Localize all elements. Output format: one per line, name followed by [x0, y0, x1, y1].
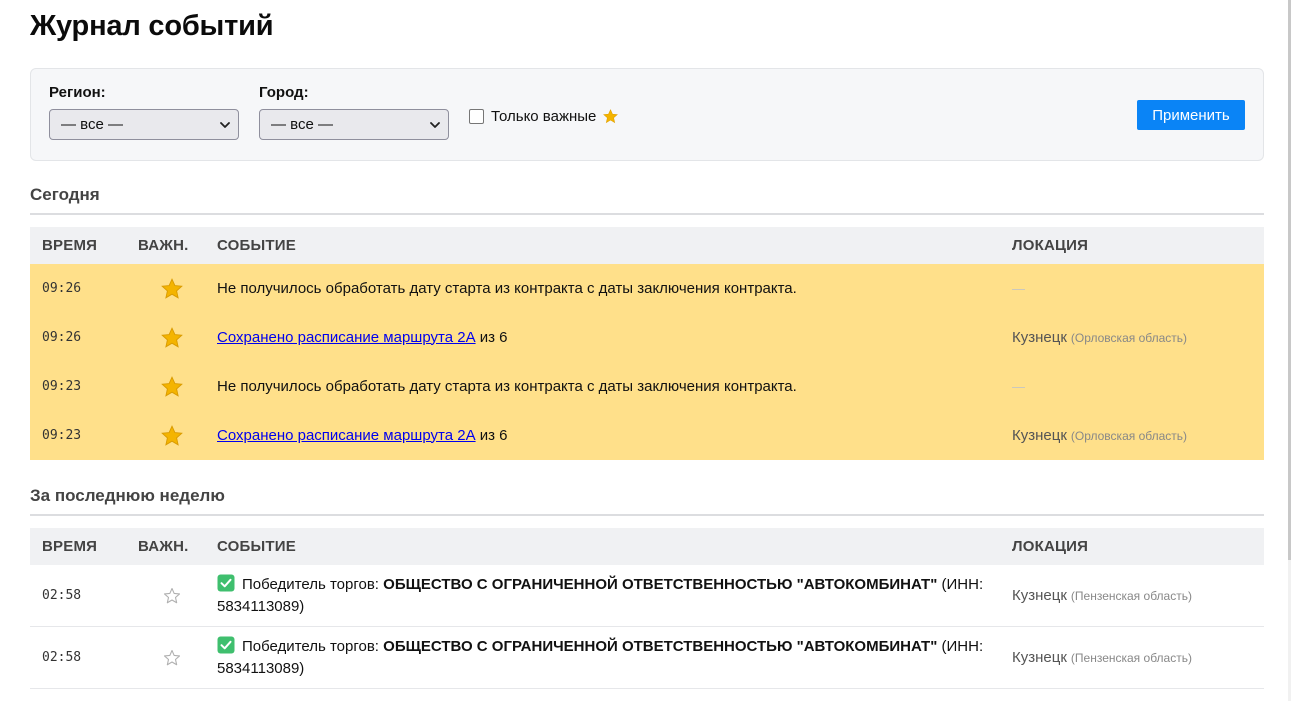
page-title: Журнал событий: [30, 10, 274, 42]
event-cell: Не получилось обработать дату старта из …: [217, 376, 1012, 398]
event-suffix: из 6: [475, 328, 508, 346]
events-table-last-week: ВРЕМЯ ВАЖН. СОБЫТИЕ ЛОКАЦИЯ 02:58 Победи…: [30, 528, 1264, 689]
event-time: 09:26: [42, 330, 82, 345]
column-header-time: ВРЕМЯ: [42, 538, 98, 555]
table-header: ВРЕМЯ ВАЖН. СОБЫТИЕ ЛОКАЦИЯ: [30, 528, 1264, 565]
filter-panel: Регион: — все — Город: — все — Только ва…: [30, 68, 1264, 161]
star-filled-icon[interactable]: [160, 277, 184, 301]
region-select[interactable]: — все —: [49, 109, 239, 140]
location-cell: Кузнецк (Орловская область): [1012, 427, 1264, 444]
location-city: Кузнецк: [1012, 587, 1067, 604]
location-cell: Кузнецк (Пензенская область): [1012, 587, 1264, 604]
table-row: 09:26 Не получилось обработать дату стар…: [30, 264, 1264, 313]
section-title-last-week: За последнюю неделю: [30, 486, 1264, 516]
location-region: (Пензенская область): [1070, 589, 1192, 603]
column-header-location: ЛОКАЦИЯ: [1012, 237, 1089, 254]
importance-cell: [127, 648, 217, 668]
region-select-value: — все —: [61, 116, 123, 133]
location-empty: —: [1012, 379, 1025, 394]
importance-cell: [127, 424, 217, 448]
location-empty: —: [1012, 281, 1025, 296]
column-header-location: ЛОКАЦИЯ: [1012, 538, 1089, 555]
section-title-today: Сегодня: [30, 185, 1264, 215]
chevron-down-icon: [430, 122, 440, 128]
important-only-toggle[interactable]: Только важные: [469, 106, 619, 126]
table-row: 02:58 Победитель торгов: ОБЩЕСТВО С ОГРА…: [30, 565, 1264, 627]
location-city: Кузнецк: [1012, 427, 1067, 444]
location-cell: —: [1012, 378, 1264, 395]
table-row: 09:26 Сохранено расписание маршрута 2А и…: [30, 313, 1264, 362]
event-prefix: Победитель торгов:: [242, 637, 384, 655]
table-header: ВРЕМЯ ВАЖН. СОБЫТИЕ ЛОКАЦИЯ: [30, 227, 1264, 264]
important-only-checkbox[interactable]: [469, 108, 484, 124]
table-row: 09:23 Сохранено расписание маршрута 2А и…: [30, 411, 1264, 460]
column-header-time: ВРЕМЯ: [42, 237, 98, 254]
event-suffix: из 6: [475, 426, 508, 444]
table-row: 02:58 Победитель торгов: ОБЩЕСТВО С ОГРА…: [30, 627, 1264, 689]
location-cell: Кузнецк (Пензенская область): [1012, 649, 1264, 666]
event-cell: Победитель торгов: ОБЩЕСТВО С ОГРАНИЧЕНН…: [217, 636, 1012, 680]
check-badge-icon: [217, 636, 235, 653]
winner-name: ОБЩЕСТВО С ОГРАНИЧЕННОЙ ОТВЕТСТВЕННОСТЬЮ…: [383, 637, 938, 655]
city-label: Город:: [259, 84, 309, 101]
location-cell: —: [1012, 280, 1264, 297]
event-time: 09:23: [42, 379, 82, 394]
city-filter: Город: — все —: [259, 84, 449, 140]
event-prefix: Победитель торгов:: [242, 575, 384, 593]
location-city: Кузнецк: [1012, 649, 1067, 666]
column-header-importance: ВАЖН.: [138, 538, 189, 555]
event-time: 09:23: [42, 428, 82, 443]
schedule-link[interactable]: Сохранено расписание маршрута 2А: [217, 329, 476, 346]
important-only-label: Только важные: [491, 107, 597, 125]
city-select-value: — все —: [271, 116, 333, 133]
event-cell: Победитель торгов: ОБЩЕСТВО С ОГРАНИЧЕНН…: [217, 574, 1012, 618]
winner-name: ОБЩЕСТВО С ОГРАНИЧЕННОЙ ОТВЕТСТВЕННОСТЬЮ…: [383, 575, 938, 593]
check-badge-icon: [217, 574, 235, 591]
column-header-event: СОБЫТИЕ: [217, 538, 296, 555]
star-filled-icon[interactable]: [160, 326, 184, 350]
location-region: (Орловская область): [1070, 429, 1187, 443]
event-cell: Сохранено расписание маршрута 2А из 6: [217, 327, 1012, 349]
column-header-event: СОБЫТИЕ: [217, 237, 296, 254]
location-city: Кузнецк: [1012, 329, 1067, 346]
star-outline-icon[interactable]: [162, 586, 182, 606]
star-filled-icon[interactable]: [160, 375, 184, 399]
star-icon: [603, 108, 619, 123]
location-cell: Кузнецк (Орловская область): [1012, 329, 1264, 346]
importance-cell: [127, 586, 217, 606]
importance-cell: [127, 326, 217, 350]
event-text: Не получилось обработать дату старта из …: [217, 377, 797, 395]
region-label: Регион:: [49, 84, 106, 101]
event-cell: Сохранено расписание маршрута 2А из 6: [217, 425, 1012, 447]
event-time: 02:58: [42, 650, 82, 665]
event-time: 02:58: [42, 588, 82, 603]
chevron-down-icon: [220, 122, 230, 128]
event-cell: Не получилось обработать дату старта из …: [217, 278, 1012, 300]
apply-button[interactable]: Применить: [1137, 100, 1245, 130]
star-filled-icon[interactable]: [160, 424, 184, 448]
star-outline-icon[interactable]: [162, 648, 182, 668]
importance-cell: [127, 375, 217, 399]
event-description: Победитель торгов: ОБЩЕСТВО С ОГРАНИЧЕНН…: [217, 574, 1012, 618]
city-select[interactable]: — все —: [259, 109, 449, 140]
events-table-today: ВРЕМЯ ВАЖН. СОБЫТИЕ ЛОКАЦИЯ 09:26 Не пол…: [30, 227, 1264, 460]
event-text: Не получилось обработать дату старта из …: [217, 279, 797, 297]
table-row: 09:23 Не получилось обработать дату стар…: [30, 362, 1264, 411]
location-region: (Орловская область): [1070, 331, 1187, 345]
region-filter: Регион: — все —: [49, 84, 239, 140]
column-header-importance: ВАЖН.: [138, 237, 189, 254]
event-time: 09:26: [42, 281, 82, 296]
schedule-link[interactable]: Сохранено расписание маршрута 2А: [217, 427, 476, 444]
event-description: Победитель торгов: ОБЩЕСТВО С ОГРАНИЧЕНН…: [217, 636, 1012, 680]
location-region: (Пензенская область): [1070, 651, 1192, 665]
event-log-page: Журнал событий Регион: — все — Город: — …: [0, 0, 1291, 701]
importance-cell: [127, 277, 217, 301]
